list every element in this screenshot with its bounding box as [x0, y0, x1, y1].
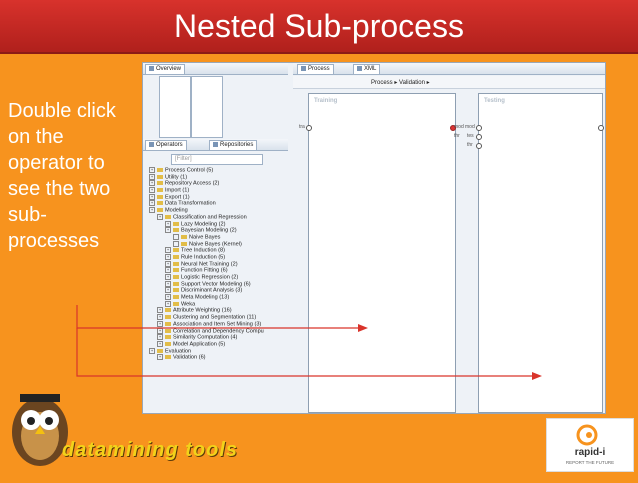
datamining-tools-logo: datamining tools — [0, 386, 250, 478]
rapid-i-tagline: REPORT THE FUTURE — [565, 460, 615, 465]
arrow-training — [76, 305, 360, 329]
arrow-testing-head — [532, 372, 542, 380]
datamining-tools-text: datamining tools — [62, 439, 238, 461]
owl-icon — [12, 394, 68, 466]
arrow-testing — [76, 328, 533, 377]
rapid-i-name: rapid-i — [574, 447, 606, 458]
rapid-i-logo: rapid-i REPORT THE FUTURE — [546, 418, 634, 472]
arrow-training-head — [358, 324, 368, 332]
